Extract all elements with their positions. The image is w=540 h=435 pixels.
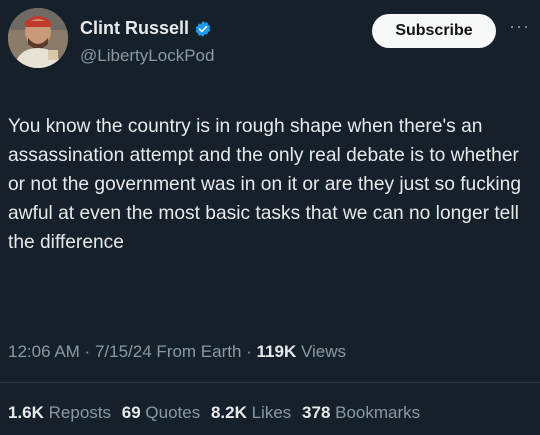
bookmarks-label: Bookmarks: [330, 403, 421, 422]
meta-separator: ·: [241, 342, 257, 361]
views-label: Views: [296, 342, 346, 361]
likes-count: 8.2K: [210, 403, 247, 422]
verified-badge-icon: [194, 20, 212, 38]
views-count: 119K: [256, 342, 297, 361]
more-options-icon[interactable]: ···: [509, 16, 530, 37]
avatar[interactable]: [8, 8, 68, 68]
post-source: From Earth: [151, 342, 242, 361]
reposts-count: 1.6K: [8, 403, 44, 422]
post-date[interactable]: 7/15/24: [95, 342, 152, 361]
meta-separator: ·: [79, 342, 95, 361]
author-name[interactable]: Clint Russell: [80, 18, 189, 39]
engagement-stats: 1.6K Reposts 69 Quotes 8.2K Likes 378 Bo…: [8, 403, 426, 423]
quotes-label: Quotes: [140, 403, 201, 422]
post-header: Clint Russell @LibertyLockPod Subscribe …: [0, 0, 540, 90]
quotes-stat[interactable]: 69 Quotes: [122, 403, 200, 422]
author-handle[interactable]: @LibertyLockPod: [80, 46, 214, 66]
likes-stat[interactable]: 8.2K Likes: [211, 403, 291, 422]
reposts-stat[interactable]: 1.6K Reposts: [8, 403, 111, 422]
post-text: You know the country is in rough shape w…: [8, 116, 522, 253]
quotes-count: 69: [121, 403, 141, 422]
likes-label: Likes: [246, 403, 292, 422]
reposts-label: Reposts: [43, 403, 112, 422]
author-name-row: Clint Russell: [80, 18, 212, 39]
subscribe-button[interactable]: Subscribe: [372, 14, 496, 48]
bookmarks-stat[interactable]: 378 Bookmarks: [302, 403, 420, 422]
divider: [0, 382, 540, 383]
post-time[interactable]: 12:06 AM: [8, 342, 80, 361]
post-meta: 12:06 AM · 7/15/24 From Earth · 119K Vie…: [8, 342, 346, 362]
bookmarks-count: 378: [302, 403, 331, 422]
